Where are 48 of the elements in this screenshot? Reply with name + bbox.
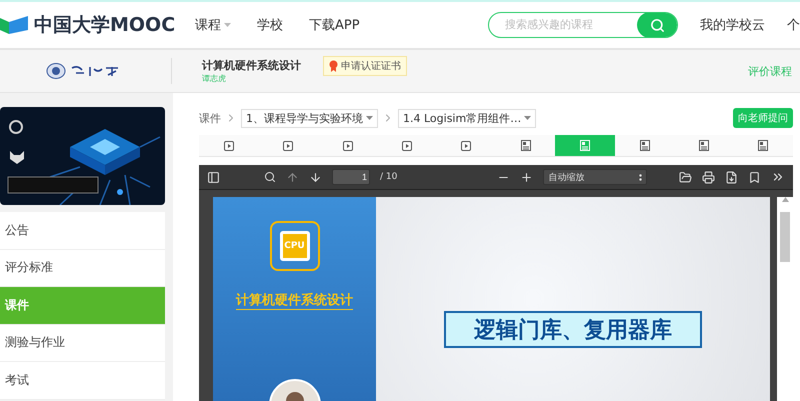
- nav-link[interactable]: 学校: [257, 16, 283, 34]
- down-arrow-icon[interactable]: [309, 170, 322, 184]
- play-icon: [283, 140, 294, 150]
- sidebar-item[interactable]: 评分标准: [0, 250, 165, 287]
- document-icon: [698, 140, 709, 151]
- nav-link[interactable]: 我的学校云: [700, 16, 765, 34]
- document-icon: [580, 140, 590, 151]
- play-icon: [402, 140, 412, 150]
- caret-icon: [524, 116, 532, 120]
- zoom-select[interactable]: 自动缩放: [543, 169, 648, 185]
- page-number-field[interactable]: 1: [332, 169, 370, 185]
- nav-link[interactable]: 个: [787, 16, 800, 34]
- sidebar-item[interactable]: 测验与作业: [0, 324, 165, 362]
- caret-icon: [366, 116, 373, 120]
- chapter-select[interactable]: 1、课程导学与实验环境: [241, 108, 378, 128]
- certificate-button[interactable]: 申请认证证书: [323, 56, 407, 76]
- course-title: 计算机硬件系统设计: [202, 58, 301, 73]
- nav-link[interactable]: 下载APP: [309, 16, 360, 34]
- search-icon[interactable]: [264, 171, 276, 183]
- print-icon[interactable]: [702, 170, 715, 184]
- nav-link[interactable]: 课程: [195, 16, 231, 34]
- play-icon: [342, 140, 353, 150]
- logo-icon: [0, 14, 28, 36]
- document-icon: [758, 140, 768, 151]
- site-logo[interactable]: 中国大学MOOC: [34, 12, 176, 38]
- slide-course-title: 计算机硬件系统设计: [236, 291, 353, 310]
- updown-icon: [639, 174, 642, 180]
- folder-icon[interactable]: [679, 170, 692, 184]
- search-field[interactable]: 搜索感兴趣的课程: [489, 18, 637, 32]
- lesson-select[interactable]: 1.4 Logisim常用组件…: [398, 108, 536, 128]
- play-icon: [461, 140, 472, 150]
- scroll-thumb[interactable]: [780, 212, 790, 262]
- page-count: / 10: [380, 172, 398, 182]
- caret-icon: [224, 23, 231, 27]
- up-arrow-icon[interactable]: [286, 170, 299, 184]
- search-icon: [650, 18, 664, 32]
- slide-heading: 逻辑门库、复用器库: [444, 311, 702, 348]
- ribbon-icon: [329, 60, 338, 72]
- chip-label: CPU: [280, 231, 310, 261]
- bookmark-icon[interactable]: [748, 170, 761, 184]
- document-icon: [520, 140, 531, 151]
- play-icon: [224, 140, 234, 150]
- search-bar[interactable]: 搜索感兴趣的课程: [488, 12, 678, 38]
- sidebar-toggle-icon[interactable]: [207, 170, 220, 184]
- zoom-in-icon[interactable]: [520, 170, 534, 184]
- document-icon: [640, 140, 650, 151]
- download-icon[interactable]: [725, 170, 738, 184]
- breadcrumb-link[interactable]: 课件: [199, 110, 221, 126]
